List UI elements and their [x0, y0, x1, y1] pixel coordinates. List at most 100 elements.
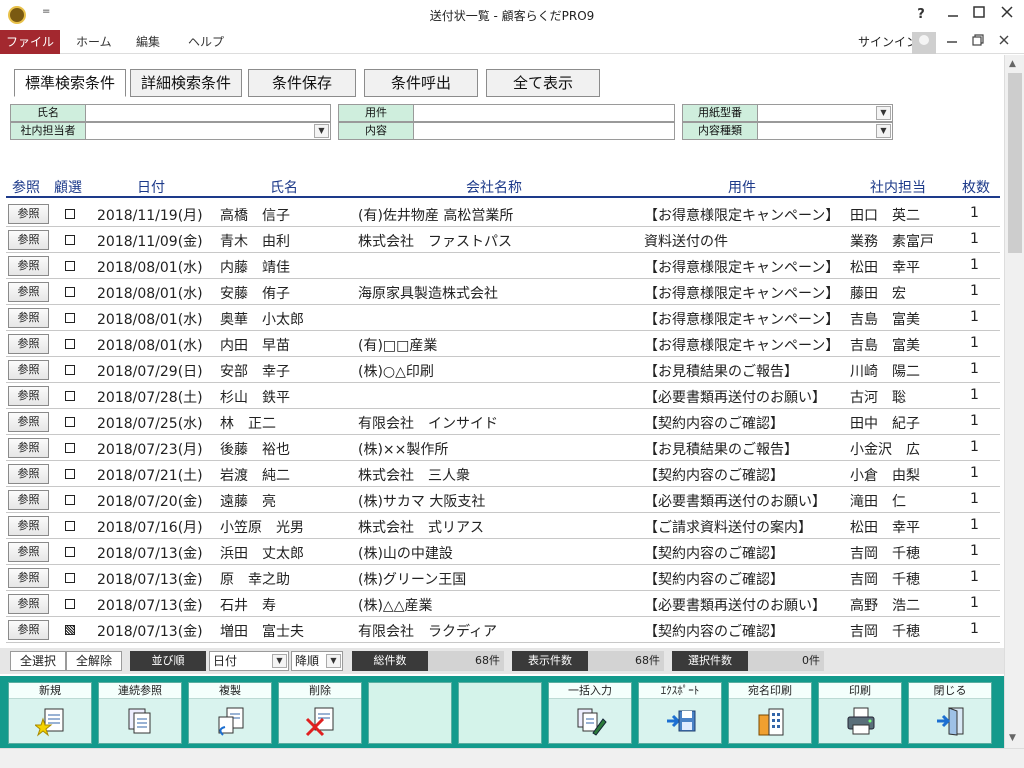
ref-button[interactable]: 参照 — [8, 308, 49, 328]
row-checkbox[interactable] — [65, 235, 75, 245]
save-conditions-button[interactable]: 条件保存 — [248, 69, 356, 97]
row-checkbox[interactable] — [65, 261, 75, 271]
scroll-down-icon[interactable]: ▼ — [1009, 733, 1016, 743]
ref-button[interactable]: 参照 — [8, 516, 49, 536]
row-checkbox[interactable] — [65, 521, 75, 531]
menu-file[interactable]: ファイル — [0, 30, 60, 54]
ref-button[interactable]: 参照 — [8, 490, 49, 510]
table-row[interactable]: 参照 2018/08/01(水) 奥華 小太郎 【お得意様限定キャンペーン】 吉島 富美… — [0, 305, 1004, 331]
chevron-down-icon[interactable]: ▼ — [314, 124, 329, 138]
ref-button[interactable]: 参照 — [8, 542, 49, 562]
table-row[interactable]: 参照 2018/07/13(金) 増田 富士夫 有限会社 ラクディア 【契約内容のご確認… — [0, 617, 1004, 643]
ref-button[interactable]: 参照 — [8, 412, 49, 432]
row-checkbox[interactable] — [65, 573, 75, 583]
delete-button[interactable]: 削除 — [278, 682, 362, 744]
ref-button[interactable]: 参照 — [8, 282, 49, 302]
menu-edit[interactable]: 編集 — [136, 30, 160, 54]
table-row[interactable]: 参照 2018/11/19(月) 高橋 信子 (有)佐井物産 高松営業所 【お得意様限定… — [0, 201, 1004, 227]
exit-door-icon — [935, 705, 967, 737]
table-row[interactable]: 参照 2018/08/01(水) 安藤 侑子 海原家具製造株式会社 【お得意様限定キャン… — [0, 279, 1004, 305]
table-row[interactable]: 参照 2018/07/13(金) 石井 寿 (株)△△産業 【必要書類再送付のお願い】 高… — [0, 591, 1004, 617]
print-button[interactable]: 印刷 — [818, 682, 902, 744]
restore-icon[interactable] — [972, 33, 984, 50]
tab-standard-search[interactable]: 標準検索条件 — [14, 69, 126, 97]
chevron-down-icon[interactable]: ▼ — [326, 654, 341, 668]
ribbon-minimize-icon[interactable] — [946, 33, 958, 50]
row-checkbox[interactable] — [65, 443, 75, 453]
horizontal-scrollbar[interactable] — [0, 748, 1024, 768]
row-checkbox[interactable] — [65, 313, 75, 323]
menu-help[interactable]: ヘルプ — [188, 30, 224, 54]
content-type-select[interactable]: ▼ — [757, 122, 893, 140]
scroll-up-icon[interactable]: ▲ — [1009, 59, 1016, 69]
vertical-scrollbar[interactable]: ▲ ▼ — [1004, 55, 1024, 748]
close-button[interactable]: 閉じる — [908, 682, 992, 744]
tab-detail-search[interactable]: 詳細検索条件 — [130, 69, 242, 97]
close-icon[interactable] — [996, 4, 1018, 26]
row-checkbox[interactable] — [65, 547, 75, 557]
row-checkbox[interactable] — [65, 625, 75, 635]
paper-select[interactable]: ▼ — [757, 104, 893, 122]
table-row[interactable]: 参照 2018/08/01(水) 内藤 靖佳 【お得意様限定キャンペーン】 松田 幸平 1 — [0, 253, 1004, 279]
ref-button[interactable]: 参照 — [8, 386, 49, 406]
ref-button[interactable]: 参照 — [8, 334, 49, 354]
row-checkbox[interactable] — [65, 495, 75, 505]
show-all-button[interactable]: 全て表示 — [486, 69, 600, 97]
chevron-down-icon[interactable]: ▼ — [272, 654, 287, 668]
ref-button[interactable]: 参照 — [8, 594, 49, 614]
ref-button[interactable]: 参照 — [8, 256, 49, 276]
address-print-button[interactable]: 宛名印刷 — [728, 682, 812, 744]
ref-button[interactable]: 参照 — [8, 360, 49, 380]
staff-select[interactable]: ▼ — [85, 122, 331, 140]
content-input[interactable] — [413, 122, 675, 140]
table-row[interactable]: 参照 2018/07/13(金) 浜田 丈太郎 (株)山の中建設 【契約内容のご確認】 吉… — [0, 539, 1004, 565]
new-button[interactable]: 新規 — [8, 682, 92, 744]
deselect-all-button[interactable]: 全解除 — [66, 651, 122, 671]
sort-field-select[interactable]: 日付 ▼ — [209, 651, 289, 671]
row-checkbox[interactable] — [65, 417, 75, 427]
doc-close-icon[interactable] — [998, 33, 1010, 50]
table-row[interactable]: 参照 2018/07/21(土) 岩渡 純二 株式会社 三人衆 【契約内容のご確認】 小倉… — [0, 461, 1004, 487]
ref-button[interactable]: 参照 — [8, 230, 49, 250]
select-all-button[interactable]: 全選択 — [10, 651, 66, 671]
row-checkbox[interactable] — [65, 209, 75, 219]
table-row[interactable]: 参照 2018/07/13(金) 原 幸之助 (株)グリーン王国 【契約内容のご確認】 吉… — [0, 565, 1004, 591]
row-name: 青木 由利 — [220, 234, 290, 250]
table-row[interactable]: 参照 2018/07/29(日) 安部 幸子 (株)○△印刷 【お見積結果のご報告】 川崎… — [0, 357, 1004, 383]
menu-home[interactable]: ホーム — [76, 30, 112, 54]
row-checkbox[interactable] — [65, 339, 75, 349]
table-row[interactable]: 参照 2018/07/25(水) 林 正二 有限会社 インサイド 【契約内容のご確認】 田… — [0, 409, 1004, 435]
row-checkbox[interactable] — [65, 287, 75, 297]
ref-button[interactable]: 参照 — [8, 568, 49, 588]
scroll-thumb[interactable] — [1008, 73, 1022, 253]
row-checkbox[interactable] — [65, 599, 75, 609]
row-checkbox[interactable] — [65, 365, 75, 375]
signin-link[interactable]: サインイン — [858, 30, 918, 54]
table-row[interactable]: 参照 2018/07/16(月) 小笠原 光男 株式会社 式リアス 【ご請求資料送付の案… — [0, 513, 1004, 539]
subject-input[interactable] — [413, 104, 675, 122]
table-row[interactable]: 参照 2018/07/23(月) 後藤 裕也 (株)××製作所 【お見積結果のご報告】 小… — [0, 435, 1004, 461]
ref-button[interactable]: 参照 — [8, 620, 49, 640]
load-conditions-button[interactable]: 条件呼出 — [364, 69, 478, 97]
table-row[interactable]: 参照 2018/08/01(水) 内田 早苗 (有)□□産業 【お得意様限定キャンペーン… — [0, 331, 1004, 357]
export-button[interactable]: ｴｸｽﾎﾟｰﾄ — [638, 682, 722, 744]
table-row[interactable]: 参照 2018/07/20(金) 遠藤 亮 (株)サカマ 大阪支社 【必要書類再送付のお… — [0, 487, 1004, 513]
bulk-input-button[interactable]: 一括入力 — [548, 682, 632, 744]
chevron-down-icon[interactable]: ▼ — [876, 106, 891, 120]
table-row[interactable]: 参照 2018/11/09(金) 青木 由利 株式会社 ファストパス 資料送付の件 業務 … — [0, 227, 1004, 253]
row-checkbox[interactable] — [65, 391, 75, 401]
ref-button[interactable]: 参照 — [8, 438, 49, 458]
ref-button[interactable]: 参照 — [8, 204, 49, 224]
table-row[interactable]: 参照 2018/07/28(土) 杉山 鉄平 【必要書類再送付のお願い】 古河 聡 1 — [0, 383, 1004, 409]
sort-order-select[interactable]: 降順 ▼ — [291, 651, 343, 671]
chevron-down-icon[interactable]: ▼ — [876, 124, 891, 138]
ref-button[interactable]: 参照 — [8, 464, 49, 484]
avatar[interactable] — [912, 32, 936, 54]
maximize-icon[interactable] — [968, 4, 990, 26]
continuous-view-button[interactable]: 連続参照 — [98, 682, 182, 744]
minimize-icon[interactable] — [942, 4, 964, 26]
duplicate-button[interactable]: 複製 — [188, 682, 272, 744]
help-button[interactable]: ? — [910, 4, 932, 26]
name-input[interactable] — [85, 104, 331, 122]
row-checkbox[interactable] — [65, 469, 75, 479]
